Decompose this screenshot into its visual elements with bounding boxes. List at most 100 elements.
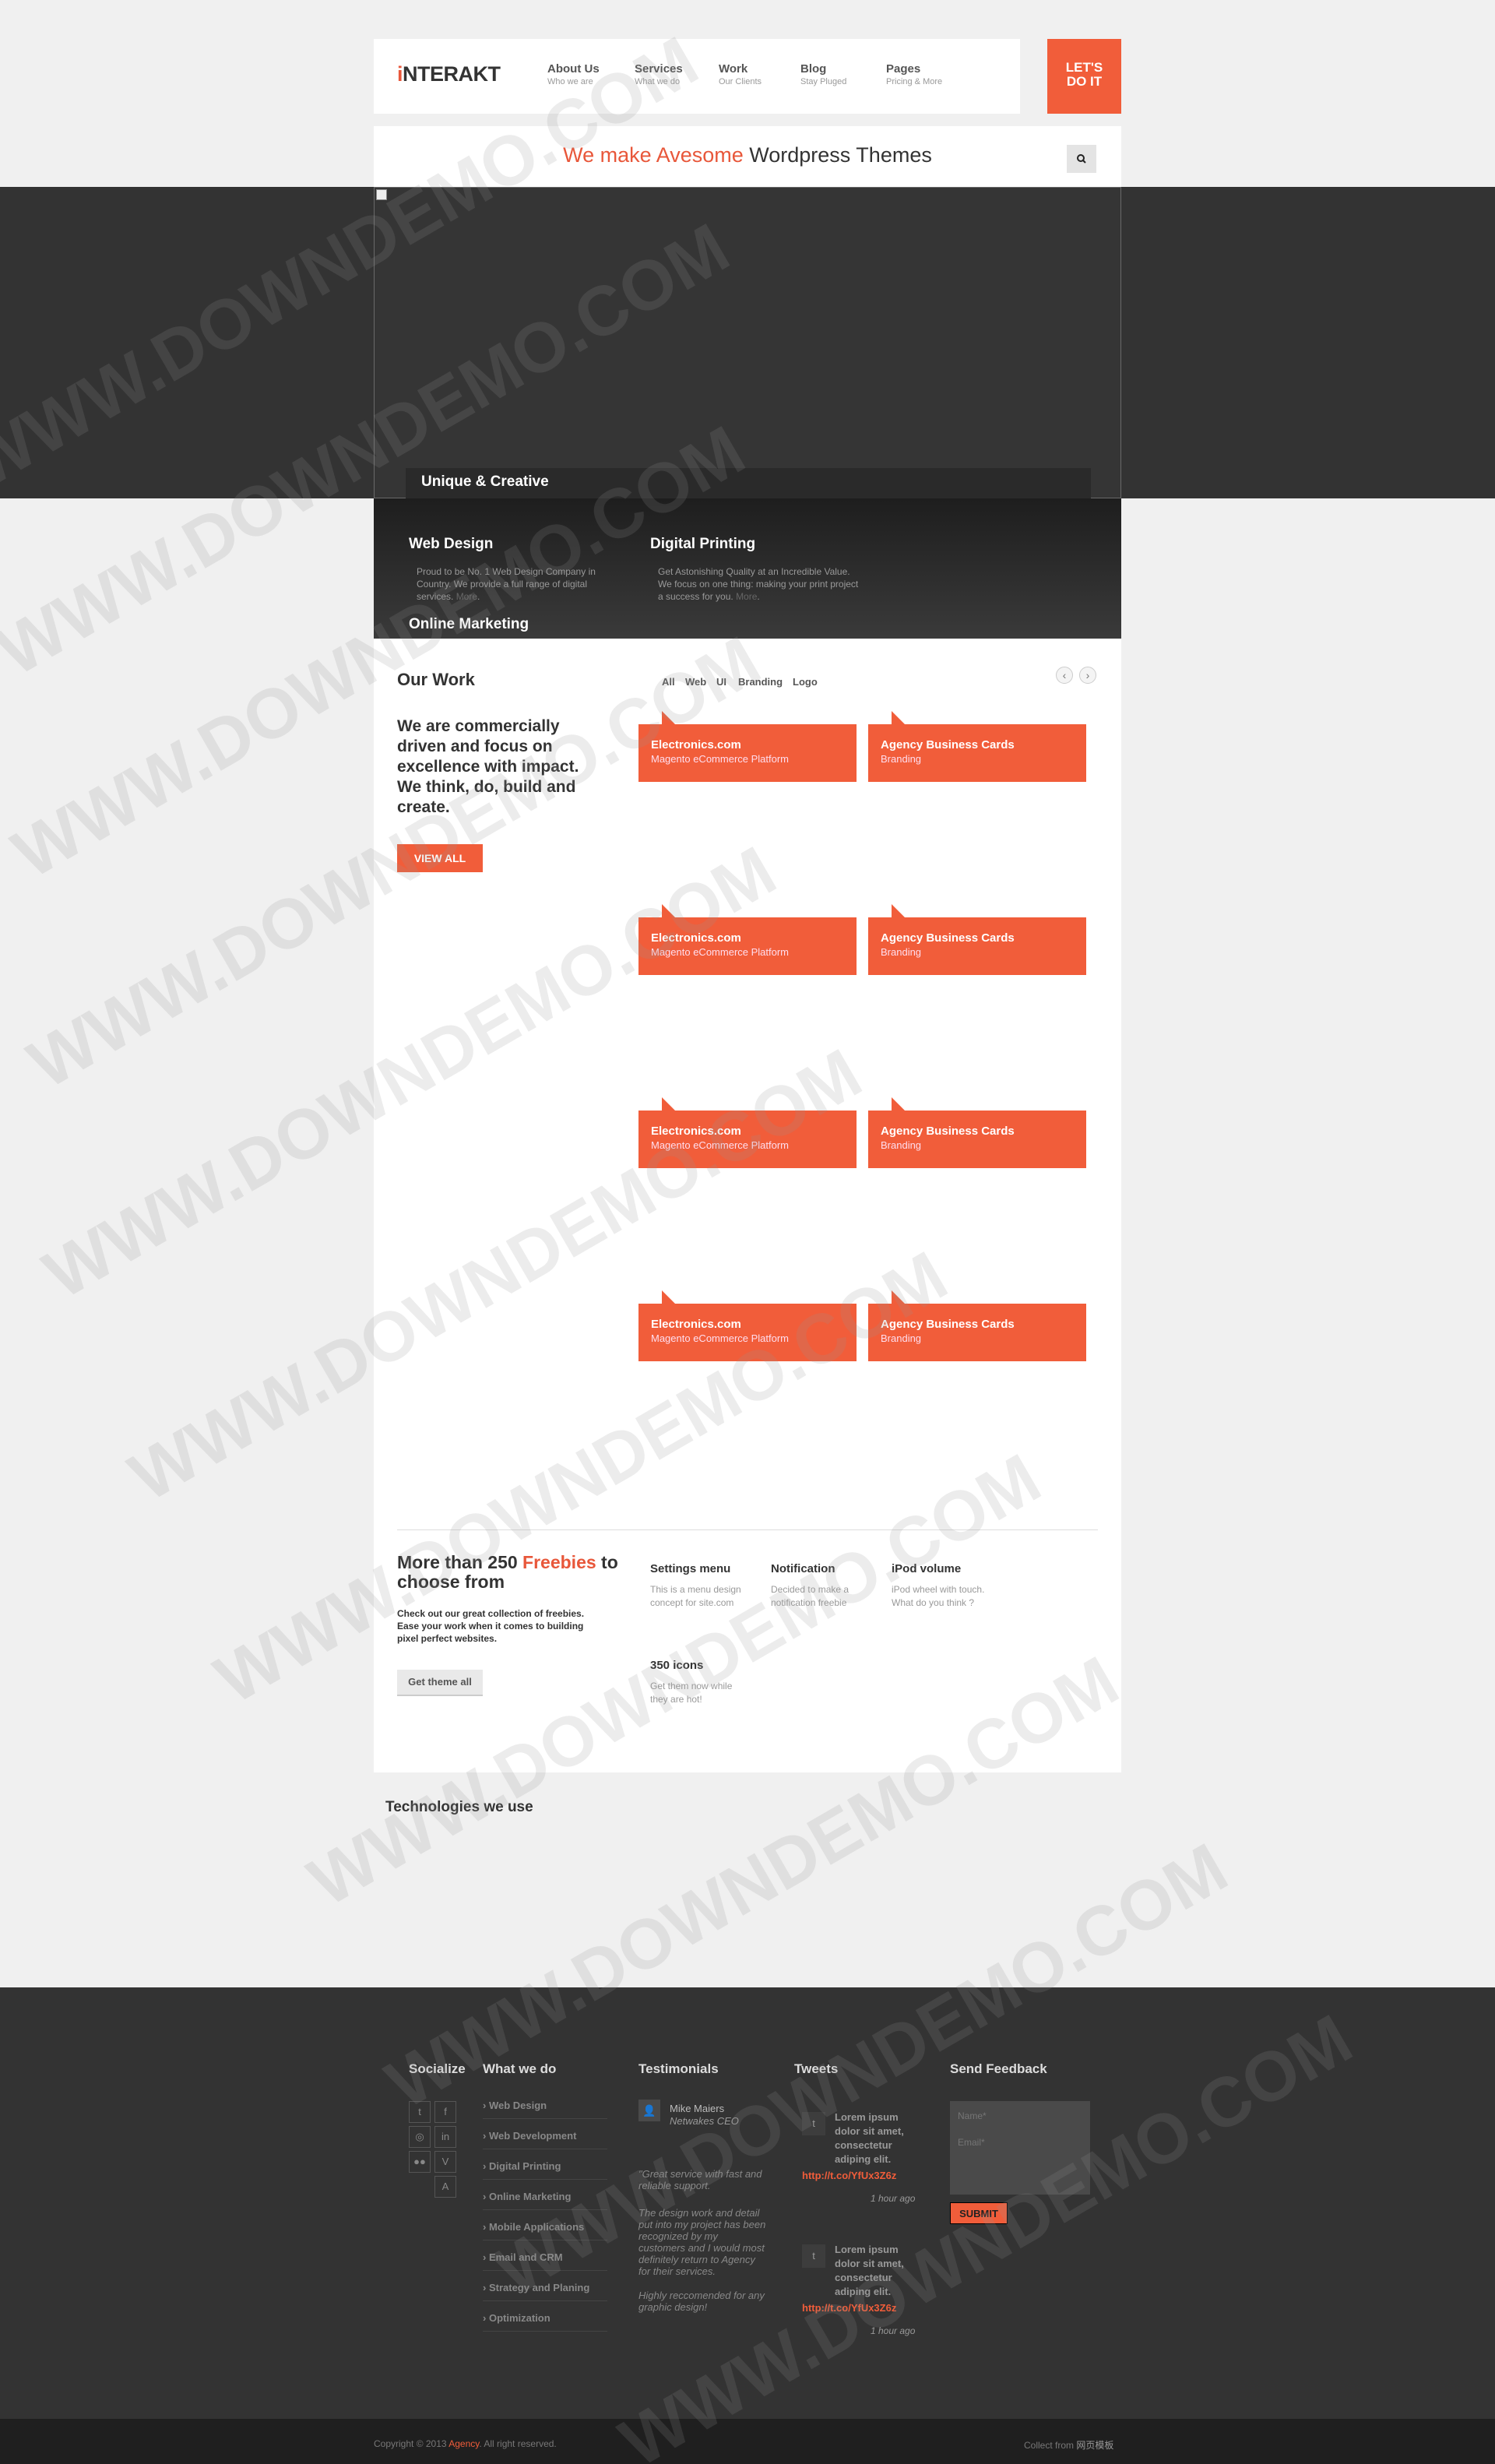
service-text: Proud to be No. 1 Web Design Company in … [417, 566, 596, 602]
work-card[interactable]: Electronics.com Magento eCommerce Platfor… [638, 1097, 857, 1168]
copyright: Copyright © 2013 Agency. All right reser… [374, 2438, 557, 2449]
slider-caption: Unique & Creative [406, 468, 1091, 498]
tagline: We make Avesome Wordpress Themes [563, 143, 932, 167]
footer-service-link[interactable]: › Web Design [483, 2089, 607, 2119]
testimonial-quote: "Great service with fast and reliable su… [638, 2168, 762, 2191]
work-card[interactable]: Electronics.com Magento eCommerce Platfor… [638, 711, 857, 782]
lets-do-it-button[interactable]: LET'S DO IT [1047, 39, 1121, 114]
work-title: Our Work [397, 670, 475, 689]
filter-logo[interactable]: Logo [793, 676, 818, 688]
work-card[interactable]: Agency Business Cards Branding [868, 1290, 1086, 1361]
search-button[interactable] [1067, 145, 1096, 173]
header: iNTERAKT About Us Who we are Services What… [374, 39, 1020, 114]
filter-ui[interactable]: UI [716, 676, 726, 688]
work-card[interactable]: Agency Business Cards Branding [868, 711, 1086, 782]
collect-link[interactable]: 网页模板 [1076, 2440, 1113, 2451]
dribbble-icon[interactable]: ◎ [409, 2126, 431, 2148]
work-section: Our Work All Web UI Branding Logo ‹ › We… [374, 639, 1121, 1772]
tagline-bar: We make Avesome Wordpress Themes [374, 126, 1121, 187]
slider[interactable]: Unique & Creative [374, 187, 1121, 498]
filter-web[interactable]: Web [685, 676, 706, 688]
logo[interactable]: iNTERAKT [397, 62, 501, 86]
testimonial-quote: Highly reccomended for any graphic desig… [638, 2290, 765, 2313]
work-lead-text: We are commercially driven and focus on … [397, 717, 579, 816]
testimonial-name: Mike Maiers [670, 2103, 725, 2114]
footer-service-link[interactable]: › Mobile Applications [483, 2210, 607, 2240]
feedback-form [950, 2101, 1090, 2195]
service-title: Web Design [409, 536, 494, 552]
divider [397, 1529, 1098, 1530]
freebie-item[interactable]: Notification Decided to make a notificati… [771, 1562, 868, 1610]
nav-work[interactable]: Work Our Clients [719, 62, 762, 86]
testimonials-title: Testimonials [638, 2061, 719, 2076]
more-link[interactable]: More [456, 591, 477, 602]
socialize-title: Socialize [409, 2061, 466, 2076]
linkedin-icon[interactable]: in [434, 2126, 456, 2148]
footer-service-link[interactable]: › Strategy and Planing [483, 2271, 607, 2301]
work-card[interactable]: Electronics.com Magento eCommerce Platfor… [638, 904, 857, 975]
bottom-bar: Copyright © 2013 Agency. All right reser… [0, 2419, 1495, 2464]
footer-service-link[interactable]: › Online Marketing [483, 2180, 607, 2210]
freebie-item[interactable]: iPod volume iPod wheel with touch. What d… [892, 1562, 989, 1610]
tweet-text: Lorem ipsum dolor sit amet, consectetur … [835, 2244, 904, 2297]
freebies-title: More than 250 Freebies to choose from [397, 1552, 618, 1592]
tweet-time: 1 hour ago [871, 2193, 916, 2204]
chevron-left-icon: ‹ [1062, 669, 1067, 681]
technologies-title: Technologies we use [385, 1799, 533, 1815]
services-section: Web Design Proud to be No. 1 Web Design … [374, 498, 1121, 639]
facebook-icon[interactable]: f [434, 2101, 456, 2123]
tweet-link[interactable]: http://t.co/YfUx3Z6z [802, 2302, 896, 2314]
footer-service-link[interactable]: › Digital Printing [483, 2149, 607, 2180]
flickr-icon[interactable]: ●● [409, 2151, 431, 2173]
service-title: Online Marketing [409, 616, 529, 632]
name-field[interactable] [950, 2104, 1090, 2128]
twitter-icon: t [802, 2244, 825, 2268]
service-digital-printing: Digital Printing Get Astonishing Quality… [650, 536, 860, 603]
freebies-description: Check out our great collection of freebi… [397, 1608, 585, 1644]
work-card[interactable]: Agency Business Cards Branding [868, 904, 1086, 975]
search-icon [1077, 154, 1086, 164]
work-card[interactable]: Agency Business Cards Branding [868, 1097, 1086, 1168]
vimeo-icon[interactable]: V [434, 2151, 456, 2173]
broken-image-icon [376, 189, 387, 200]
service-web-design: Web Design Proud to be No. 1 Web Design … [409, 536, 619, 603]
nav-services[interactable]: Services What we do [635, 62, 683, 86]
agency-link[interactable]: Agency [448, 2438, 479, 2449]
filter-all[interactable]: All [662, 676, 675, 688]
service-text: Get Astonishing Quality at an Incredible… [658, 566, 859, 602]
testimonial-quote: The design work and detail put into my p… [638, 2207, 766, 2277]
nav-pages[interactable]: Pages Pricing & More [886, 62, 942, 86]
tweet-text: Lorem ipsum dolor sit amet, consectetur … [835, 2111, 904, 2165]
tweets-title: Tweets [794, 2061, 839, 2076]
what-we-do-title: What we do [483, 2061, 557, 2076]
nav-blog[interactable]: Blog Stay Pluged [800, 62, 846, 86]
appstore-icon[interactable]: A [434, 2176, 456, 2198]
nav-about[interactable]: About Us Who we are [547, 62, 600, 86]
twitter-icon[interactable]: t [409, 2101, 431, 2123]
collect-from: Collect from 网页模板 [1024, 2440, 1114, 2451]
prev-arrow-button[interactable]: ‹ [1056, 667, 1073, 684]
view-all-button[interactable]: VIEW ALL [397, 844, 483, 872]
testimonial-role: Netwakes CEO [670, 2115, 739, 2127]
chevron-right-icon: › [1085, 669, 1090, 681]
footer-service-link[interactable]: › Web Development [483, 2119, 607, 2149]
tweet-link[interactable]: http://t.co/YfUx3Z6z [802, 2170, 896, 2181]
next-arrow-button[interactable]: › [1079, 667, 1096, 684]
get-theme-all-button[interactable]: Get theme all [397, 1670, 483, 1696]
avatar: 👤 [638, 2100, 660, 2121]
freebie-item[interactable]: 350 icons Get them now while they are hot… [650, 1659, 748, 1706]
footer: Socialize t f ◎ in ●● V A What we do › W… [0, 1987, 1495, 2419]
service-online-marketing: Online Marketing [409, 616, 529, 633]
more-link[interactable]: More [736, 591, 757, 602]
footer-service-link[interactable]: › Email and CRM [483, 2240, 607, 2271]
email-field[interactable] [950, 2131, 1090, 2154]
filter-branding[interactable]: Branding [738, 676, 783, 688]
work-card[interactable]: Electronics.com Magento eCommerce Platfor… [638, 1290, 857, 1361]
feedback-title: Send Feedback [950, 2061, 1047, 2076]
tweet-time: 1 hour ago [871, 2325, 916, 2336]
footer-service-link[interactable]: › Optimization [483, 2301, 607, 2332]
submit-button[interactable]: SUBMIT [950, 2202, 1008, 2224]
service-title: Digital Printing [650, 536, 756, 552]
twitter-icon: t [802, 2112, 825, 2135]
freebie-item[interactable]: Settings menu This is a menu design conce… [650, 1562, 748, 1610]
